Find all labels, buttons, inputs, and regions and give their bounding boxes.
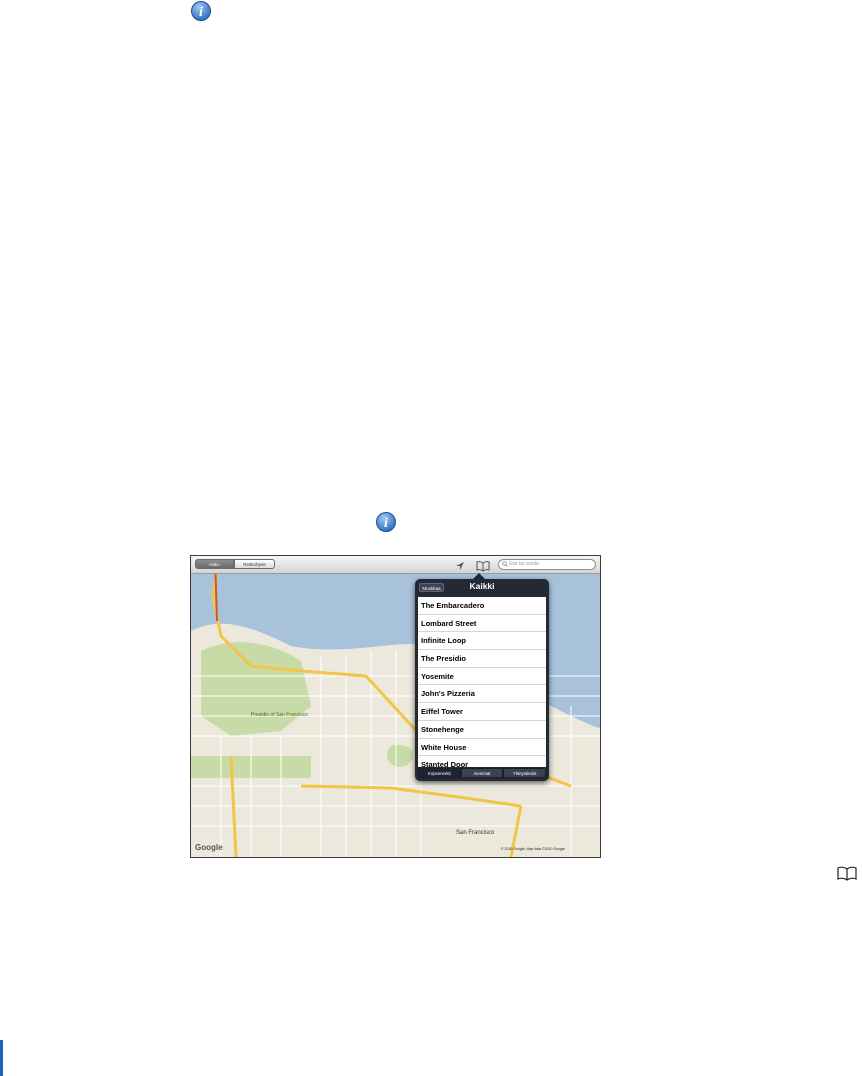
search-input[interactable]: Etsi tai osoite xyxy=(498,559,596,570)
bookmark-icon[interactable] xyxy=(476,559,490,572)
page-margin-rule xyxy=(0,1040,3,1076)
bookmark-list: The Embarcadero Lombard Street Infinite … xyxy=(418,597,546,767)
maps-screenshot: Presidio of San Francisco San Francisco … xyxy=(190,555,601,858)
google-logo: Google xyxy=(195,843,223,852)
list-item[interactable]: Stanted Door xyxy=(418,756,546,767)
popover-header: Kaikki Muokkaa xyxy=(415,579,549,597)
list-item[interactable]: The Embarcadero xyxy=(418,597,546,615)
bookmark-icon xyxy=(836,865,858,881)
list-item[interactable]: Infinite Loop xyxy=(418,632,546,651)
list-item[interactable]: Lombard Street xyxy=(418,615,546,633)
location-arrow-icon[interactable] xyxy=(454,559,466,571)
city-label: San Francisco xyxy=(456,830,495,836)
search-placeholder: Etsi tai osoite xyxy=(509,561,539,567)
svg-text:i: i xyxy=(384,516,388,531)
info-icon: i xyxy=(190,0,212,22)
list-item[interactable]: The Presidio xyxy=(418,650,546,668)
list-item[interactable]: Yosemite xyxy=(418,668,546,686)
directions-tab[interactable]: Reittiohjeet xyxy=(234,559,275,569)
tab-recents[interactable]: Aiemmat xyxy=(460,768,504,778)
edit-button[interactable]: Muokkaa xyxy=(419,583,444,592)
district-label: Presidio of San Francisco xyxy=(251,712,308,718)
maps-toolbar: Haku Reittiohjeet Etsi tai osoite xyxy=(191,556,600,574)
tab-contacts[interactable]: Yhteystiedot xyxy=(503,768,547,778)
map-copyright: © 2010 Google, Map data ©2010 Google xyxy=(501,847,565,851)
svg-text:i: i xyxy=(199,5,203,20)
search-tab[interactable]: Haku xyxy=(195,559,234,569)
tab-bookmarks[interactable]: Kirjanmerkit xyxy=(418,768,461,778)
list-item[interactable]: Stonehenge xyxy=(418,721,546,739)
bookmarks-popover: Kaikki Muokkaa The Embarcadero Lombard S… xyxy=(415,579,549,781)
popover-tabs: Kirjanmerkit Aiemmat Yhteystiedot xyxy=(418,768,547,778)
search-icon xyxy=(502,561,508,571)
list-item[interactable]: John's Pizzeria xyxy=(418,685,546,704)
list-item[interactable]: Eiffel Tower xyxy=(418,703,546,721)
list-item[interactable]: White House xyxy=(418,739,546,757)
info-icon: i xyxy=(375,511,397,533)
